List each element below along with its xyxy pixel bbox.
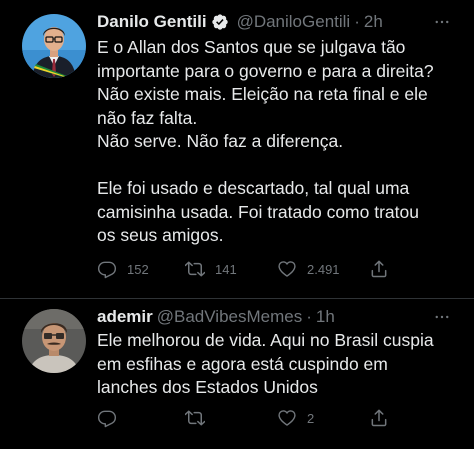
tweet-actions: 152 141 2.491 xyxy=(97,258,397,280)
tweet-text: E o Allan dos Santos que se julgava tão … xyxy=(97,36,458,248)
like-count: 2.491 xyxy=(307,261,340,277)
share-button[interactable] xyxy=(369,407,389,429)
retweet-icon xyxy=(185,410,205,426)
tweet-actions: 2 xyxy=(97,407,397,429)
separator-dot: · xyxy=(306,307,312,326)
tweet-text-line: importante para o governo e para a direi… xyxy=(97,60,434,81)
like-count: 2 xyxy=(307,410,315,426)
tweet-text-line: camisinha usada. Foi tratado como tratou xyxy=(97,201,419,222)
tweet[interactable]: ademir @BadVibesMemes · 1h Ele melhorou … xyxy=(0,299,474,449)
tweet-text-line: em esfihas e agora está cuspindo em xyxy=(97,353,388,374)
retweet-button[interactable] xyxy=(185,407,215,429)
share-icon xyxy=(371,260,387,278)
more-horizontal-icon[interactable] xyxy=(430,11,454,33)
separator-dot: · xyxy=(354,12,360,31)
tweet-text-line: E o Allan dos Santos que se julgava tão xyxy=(97,37,406,57)
more-horizontal-icon[interactable] xyxy=(430,306,454,328)
tweet-header: ademir @BadVibesMemes · 1h xyxy=(97,306,454,328)
tweet-text-line: Não serve. Não faz a diferença. xyxy=(97,131,344,151)
avatar[interactable] xyxy=(22,309,86,373)
reply-count: 152 xyxy=(127,261,149,277)
verified-badge-icon xyxy=(211,13,229,31)
like-button[interactable]: 2 xyxy=(277,407,314,429)
reply-icon xyxy=(97,261,117,279)
reply-button[interactable] xyxy=(97,407,127,429)
retweet-icon xyxy=(185,261,205,277)
share-button[interactable] xyxy=(369,258,389,280)
timestamp[interactable]: 2h xyxy=(364,12,383,32)
tweet-text-line: Ele melhorou de vida. Aqui no Brasil cus… xyxy=(97,330,434,350)
reply-button[interactable]: 152 xyxy=(97,258,149,280)
heart-icon xyxy=(278,410,296,426)
tweet-text-line: os seus amigos. xyxy=(97,225,224,245)
tweet-text-line: Não existe mais. Eleição na reta final e… xyxy=(97,84,428,104)
avatar-image xyxy=(22,309,86,373)
share-icon xyxy=(371,409,387,427)
handle[interactable]: @DaniloGentili xyxy=(237,12,351,32)
tweet-text-line: não faz falta. xyxy=(97,107,198,128)
handle[interactable]: @BadVibesMemes xyxy=(157,307,302,327)
tweet-text-line: lanches dos Estados Unidos xyxy=(97,377,318,397)
display-name[interactable]: Danilo Gentili xyxy=(97,12,207,32)
tweet-text-line: Ele foi usado e descartado, tal qual uma xyxy=(97,178,410,198)
tweet-header: Danilo Gentili @DaniloGentili · 2h xyxy=(97,11,454,33)
display-name[interactable]: ademir xyxy=(97,307,153,327)
retweet-button[interactable]: 141 xyxy=(185,258,237,280)
tweet-text: Ele melhorou de vida. Aqui no Brasil cus… xyxy=(97,329,458,400)
avatar-image xyxy=(22,14,86,78)
tweet[interactable]: Danilo Gentili @DaniloGentili · 2h E o A… xyxy=(0,0,474,299)
reply-icon xyxy=(97,410,117,428)
retweet-count: 141 xyxy=(215,261,237,277)
timestamp[interactable]: 1h xyxy=(316,307,335,327)
avatar[interactable] xyxy=(22,14,86,78)
heart-icon xyxy=(278,261,296,277)
like-button[interactable]: 2.491 xyxy=(277,258,340,280)
